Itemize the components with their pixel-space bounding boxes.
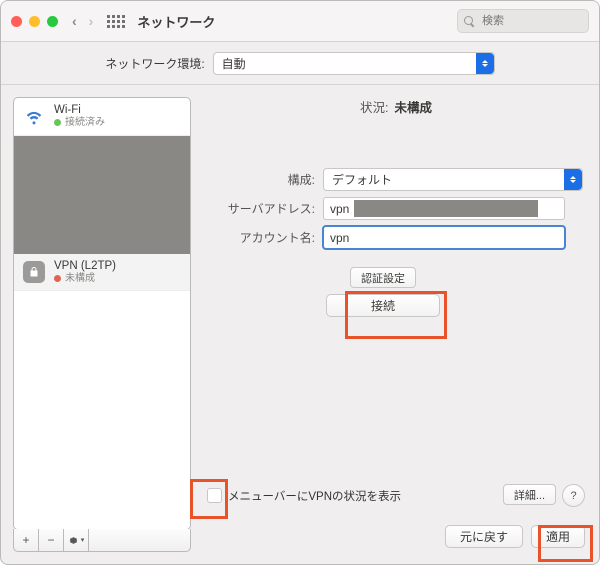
list-toolbar: + − ▾ [13, 529, 191, 552]
window-title: ネットワーク [137, 12, 215, 31]
add-service-button[interactable]: + [14, 529, 39, 551]
search-icon [464, 16, 475, 27]
lock-icon [22, 260, 46, 284]
titlebar: ‹ › ネットワーク [1, 1, 599, 42]
service-list: Wi-Fi 接続済み VPN (L2TP) [13, 97, 191, 530]
service-list-empty [14, 291, 190, 529]
menubar-row: メニューバーにVPNの状況を表示 詳細... ? [207, 484, 585, 507]
server-value: vpn [330, 202, 349, 216]
location-value: 自動 [222, 55, 246, 72]
wifi-icon [22, 104, 46, 128]
body: Wi-Fi 接続済み VPN (L2TP) [1, 85, 599, 564]
service-status: 未構成 [54, 273, 116, 285]
back-button[interactable]: ‹ [72, 13, 77, 29]
actions-row: 元に戻す 適用 [207, 525, 585, 552]
sidebar: Wi-Fi 接続済み VPN (L2TP) [1, 85, 201, 564]
account-field[interactable]: vpn [323, 226, 565, 249]
search-input[interactable] [480, 14, 582, 28]
account-value: vpn [330, 231, 349, 245]
auth-connect-group: 認証設定 接続 [323, 267, 443, 317]
gear-icon [68, 535, 79, 546]
help-button[interactable]: ? [562, 484, 585, 507]
menubar-checkbox-label: メニューバーにVPNの状況を表示 [228, 488, 401, 504]
service-status: 接続済み [54, 117, 105, 129]
network-prefs-window: ‹ › ネットワーク ネットワーク環境: 自動 [0, 0, 600, 565]
auth-settings-button[interactable]: 認証設定 [350, 267, 416, 288]
account-label: アカウント名: [207, 229, 315, 246]
popup-arrows-icon [564, 169, 582, 190]
status-label: 状況: [360, 97, 388, 116]
server-field[interactable]: vpn [323, 197, 565, 220]
config-row: 構成: デフォルト [207, 168, 585, 191]
account-row: アカウント名: vpn [207, 226, 585, 249]
service-item-vpn[interactable]: VPN (L2TP) 未構成 [14, 254, 190, 292]
server-label: サーバアドレス: [207, 200, 315, 217]
menubar-checkbox[interactable] [207, 488, 222, 503]
config-label: 構成: [207, 171, 315, 188]
detail-bottom: メニューバーにVPNの状況を表示 詳細... ? 元に戻す 適用 [207, 484, 585, 552]
service-options-button[interactable]: ▾ [64, 529, 89, 551]
redacted-text [354, 200, 538, 217]
status-row: 状況: 未構成 [207, 97, 585, 116]
service-name: VPN (L2TP) [54, 260, 116, 273]
service-item-wifi[interactable]: Wi-Fi 接続済み [14, 98, 190, 136]
search-field-wrap[interactable] [457, 9, 589, 33]
detail-pane: 状況: 未構成 構成: デフォルト サーバアドレス: vpn [201, 85, 599, 564]
forward-button[interactable]: › [89, 13, 94, 29]
remove-service-button[interactable]: − [39, 529, 64, 551]
window-controls [11, 16, 58, 27]
revert-button[interactable]: 元に戻す [445, 525, 523, 548]
location-popup[interactable]: 自動 [213, 52, 495, 75]
connect-button[interactable]: 接続 [326, 294, 440, 317]
config-value: デフォルト [332, 171, 392, 188]
location-row: ネットワーク環境: 自動 [1, 42, 599, 85]
apply-button[interactable]: 適用 [531, 525, 585, 548]
right-buttons: 詳細... ? [503, 484, 585, 507]
server-row: サーバアドレス: vpn [207, 197, 585, 220]
status-dot-icon [54, 119, 61, 126]
location-label: ネットワーク環境: [105, 55, 204, 72]
status-value: 未構成 [394, 97, 432, 116]
close-icon[interactable] [11, 16, 22, 27]
popup-arrows-icon [476, 53, 494, 74]
status-dot-icon [54, 275, 61, 282]
nav-arrows: ‹ › [72, 13, 93, 29]
chevron-down-icon: ▾ [81, 536, 85, 544]
service-text: VPN (L2TP) 未構成 [54, 260, 116, 285]
redacted-services [14, 136, 190, 254]
config-popup[interactable]: デフォルト [323, 168, 583, 191]
service-name: Wi-Fi [54, 104, 105, 117]
service-text: Wi-Fi 接続済み [54, 104, 105, 129]
form: 構成: デフォルト サーバアドレス: vpn アカウント名: [207, 168, 585, 249]
grid-icon[interactable] [107, 15, 125, 28]
minimize-icon[interactable] [29, 16, 40, 27]
zoom-icon[interactable] [47, 16, 58, 27]
advanced-button[interactable]: 詳細... [503, 484, 556, 505]
